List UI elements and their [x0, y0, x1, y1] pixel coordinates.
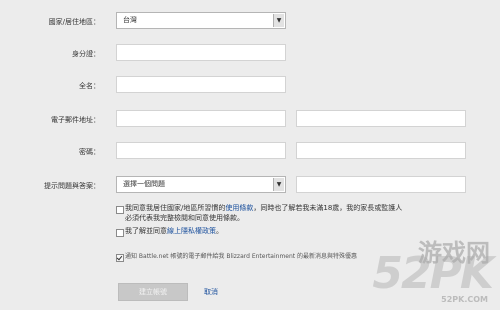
security-select-value: 選擇一個問題: [123, 180, 165, 188]
privacy-prefix: 我了解並同意: [125, 227, 167, 235]
email-input[interactable]: [116, 110, 286, 127]
security-question-select[interactable]: 選擇一個問題 ▼: [116, 176, 286, 193]
email-confirm-input[interactable]: [296, 110, 466, 127]
id-input[interactable]: [116, 44, 286, 61]
terms-prefix: 我同意我居住國家/地區所習慣的: [125, 204, 226, 212]
newsletter-checkbox[interactable]: [116, 254, 124, 262]
country-select-value: 台灣: [123, 16, 137, 24]
watermark-url: 52PK.COM: [441, 295, 488, 304]
email-label: 電子郵件地址：: [51, 116, 100, 124]
security-answer-input[interactable]: [296, 176, 466, 193]
chevron-down-icon[interactable]: ▼: [273, 178, 284, 191]
id-label: 身分證：: [72, 50, 100, 58]
terms-text-line2: 必須代表我完整檢閱和同意使用條款。: [125, 214, 244, 222]
cancel-link[interactable]: 取消: [204, 287, 218, 297]
security-label: 提示問題與答案：: [44, 182, 100, 190]
watermark-logo: 52PK: [372, 248, 494, 299]
password-input[interactable]: [116, 142, 286, 159]
terms-text-line1: 我同意我居住國家/地區所習慣的使用條款，同時也了解若我未滿18歲，我的家長或監護…: [125, 204, 402, 213]
country-select[interactable]: 台灣 ▼: [116, 12, 286, 29]
password-confirm-input[interactable]: [296, 142, 466, 159]
privacy-checkbox[interactable]: [116, 229, 124, 237]
password-label: 密碼：: [79, 148, 100, 156]
terms-suffix: ，同時也了解若我未滿18歲，我的家長或監護人: [253, 204, 403, 212]
fullname-label: 全名：: [79, 82, 100, 90]
terms-checkbox[interactable]: [116, 206, 124, 214]
privacy-link[interactable]: 線上隱私權政策: [167, 227, 216, 235]
newsletter-text: 通知 Battle.net 帳號的電子郵件給我 Blizzard Enterta…: [125, 253, 358, 260]
privacy-suffix: 。: [216, 227, 223, 235]
fullname-input[interactable]: [116, 76, 286, 93]
country-label: 國家/居住地區：: [48, 18, 100, 26]
terms-link[interactable]: 使用條款: [225, 204, 253, 212]
create-account-button[interactable]: 建立帳號: [118, 283, 188, 301]
privacy-text: 我了解並同意線上隱私權政策。: [125, 227, 223, 236]
chevron-down-icon[interactable]: ▼: [273, 14, 284, 27]
